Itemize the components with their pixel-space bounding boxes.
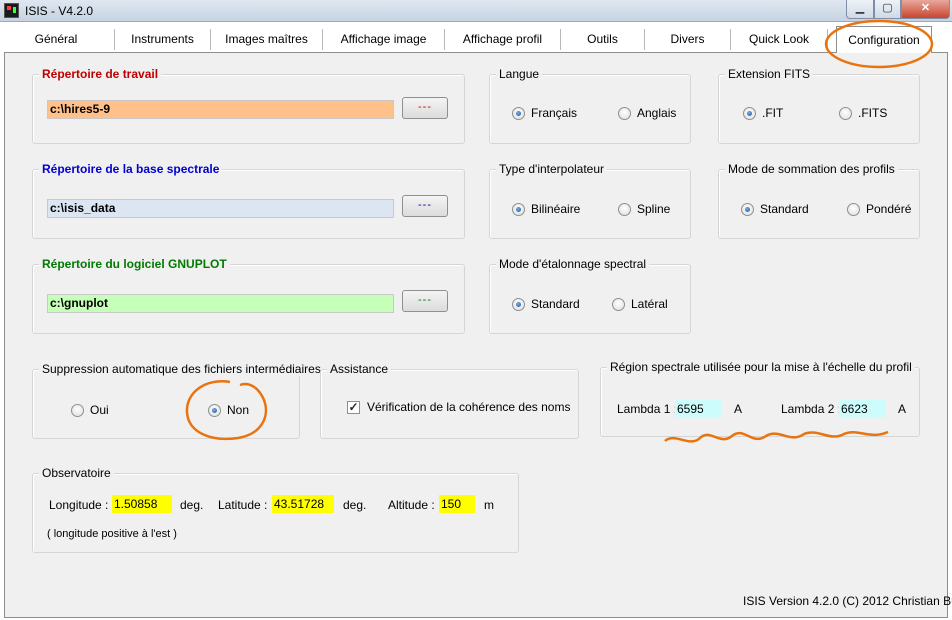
sommation-label: Mode de sommation des profils — [725, 162, 898, 176]
tab-general[interactable]: Général — [12, 29, 100, 50]
extension-fits-label: Extension FITS — [725, 67, 814, 81]
work-directory-field[interactable]: c:\hires5-9 — [47, 100, 394, 119]
suppression-oui-radio[interactable] — [71, 404, 84, 417]
lambda1-input[interactable]: 6595 — [675, 400, 721, 418]
interpolateur-bilineaire-radio[interactable] — [512, 203, 525, 216]
spectral-base-directory-field[interactable]: c:\isis_data — [47, 199, 394, 218]
region-spectrale-label: Région spectrale utilisée pour la mise à… — [607, 360, 915, 374]
altitude-unit: m — [484, 498, 494, 512]
gnuplot-directory-field[interactable]: c:\gnuplot — [47, 294, 394, 313]
longitude-label: Longitude : — [49, 498, 109, 512]
langue-anglais-label[interactable]: Anglais — [637, 106, 676, 120]
sommation-pondere-radio[interactable] — [847, 203, 860, 216]
spectral-base-directory-group: Répertoire de la base spectrale c:\isis_… — [32, 162, 465, 239]
observatoire-group: Observatoire Longitude : 1.50858 deg. La… — [32, 466, 519, 553]
etalonnage-standard-radio[interactable] — [512, 298, 525, 311]
maximize-button[interactable]: ▢ — [874, 0, 901, 19]
coherence-noms-checkbox[interactable]: ✓ — [347, 401, 360, 414]
extension-fits-option-label[interactable]: .FITS — [858, 106, 887, 120]
suppression-non-label[interactable]: Non — [227, 403, 249, 417]
region-spectrale-group: Région spectrale utilisée pour la mise à… — [600, 360, 920, 437]
lambda1-label: Lambda 1 : — [617, 402, 678, 416]
sommation-group: Mode de sommation des profils Standard P… — [718, 162, 920, 239]
langue-group: Langue Français Anglais — [489, 67, 691, 144]
suppression-non-radio[interactable] — [208, 404, 221, 417]
interpolateur-bilineaire-label[interactable]: Bilinéaire — [531, 202, 580, 216]
gnuplot-directory-group: Répertoire du logiciel GNUPLOT c:\gnuplo… — [32, 257, 465, 334]
interpolateur-spline-label[interactable]: Spline — [637, 202, 670, 216]
etalonnage-group: Mode d'étalonnage spectral Standard Laté… — [489, 257, 691, 334]
lambda2-unit: A — [898, 402, 907, 416]
altitude-input[interactable]: 150 — [439, 495, 475, 513]
etalonnage-label: Mode d'étalonnage spectral — [496, 257, 650, 271]
interpolateur-group: Type d'interpolateur Bilinéaire Spline — [489, 162, 691, 239]
extension-fit-label[interactable]: .FIT — [762, 106, 783, 120]
extension-fits-group: Extension FITS .FIT .FITS — [718, 67, 920, 144]
assistance-group: Assistance ✓ Vérification de la cohérenc… — [320, 362, 579, 439]
interpolateur-label: Type d'interpolateur — [496, 162, 608, 176]
tab-affichage-profil[interactable]: Affichage profil — [444, 29, 560, 50]
suppression-oui-label[interactable]: Oui — [90, 403, 109, 417]
interpolateur-spline-radio[interactable] — [618, 203, 631, 216]
spectral-base-browse-button[interactable]: --- — [402, 195, 448, 217]
tab-divers[interactable]: Divers — [644, 29, 730, 50]
langue-francais-label[interactable]: Français — [531, 106, 577, 120]
suppression-label: Suppression automatique des fichiers int… — [39, 362, 324, 376]
tab-instruments[interactable]: Instruments — [114, 29, 210, 50]
sommation-standard-label[interactable]: Standard — [760, 202, 809, 216]
etalonnage-lateral-radio[interactable] — [612, 298, 625, 311]
gnuplot-browse-button[interactable]: --- — [402, 290, 448, 312]
tab-affichage-image[interactable]: Affichage image — [322, 29, 444, 50]
etalonnage-lateral-label[interactable]: Latéral — [631, 297, 668, 311]
longitude-input[interactable]: 1.50858 — [112, 495, 172, 513]
tab-images-maitres[interactable]: Images maîtres — [210, 29, 322, 50]
etalonnage-standard-label[interactable]: Standard — [531, 297, 580, 311]
extension-fits-radio[interactable] — [839, 107, 852, 120]
coherence-noms-label[interactable]: Vérification de la cohérence des noms — [367, 400, 570, 414]
latitude-input[interactable]: 43.51728 — [272, 495, 334, 513]
suppression-group: Suppression automatique des fichiers int… — [32, 362, 324, 439]
altitude-label: Altitude : — [388, 498, 435, 512]
work-directory-group: Répertoire de travail c:\hires5-9 --- — [32, 67, 465, 144]
tab-configuration[interactable]: Configuration — [836, 26, 932, 53]
observatoire-label: Observatoire — [39, 466, 114, 480]
longitude-note: ( longitude positive à l'est ) — [47, 528, 177, 540]
configuration-panel: Répertoire de travail c:\hires5-9 --- La… — [4, 52, 952, 618]
sommation-pondere-label[interactable]: Pondéré — [866, 202, 911, 216]
assistance-label: Assistance — [327, 362, 392, 376]
isis-app-icon — [4, 3, 19, 18]
title-bar: ISIS - V4.2.0 ▁ ▢ ✕ — [0, 0, 952, 22]
window-title: ISIS - V4.2.0 — [25, 4, 94, 18]
lambda2-label: Lambda 2 : — [781, 402, 842, 416]
sommation-standard-radio[interactable] — [741, 203, 754, 216]
langue-anglais-radio[interactable] — [618, 107, 631, 120]
minimize-button[interactable]: ▁ — [846, 0, 874, 19]
latitude-label: Latitude : — [218, 498, 268, 512]
lambda2-input[interactable]: 6623 — [839, 400, 885, 418]
tab-outils[interactable]: Outils — [560, 29, 644, 50]
lambda1-unit: A — [734, 402, 743, 416]
version-footer: ISIS Version 4.2.0 (C) 2012 Christian Bu… — [743, 594, 952, 608]
gnuplot-directory-label: Répertoire du logiciel GNUPLOT — [39, 257, 230, 271]
spectral-base-directory-label: Répertoire de la base spectrale — [39, 162, 223, 176]
langue-francais-radio[interactable] — [512, 107, 525, 120]
work-directory-browse-button[interactable]: --- — [402, 97, 448, 119]
close-button[interactable]: ✕ — [901, 0, 950, 19]
tab-quick-look[interactable]: Quick Look — [730, 29, 828, 50]
langue-label: Langue — [496, 67, 543, 81]
latitude-unit: deg. — [343, 498, 367, 512]
extension-fit-radio[interactable] — [743, 107, 756, 120]
longitude-unit: deg. — [180, 498, 204, 512]
work-directory-label: Répertoire de travail — [39, 67, 162, 81]
